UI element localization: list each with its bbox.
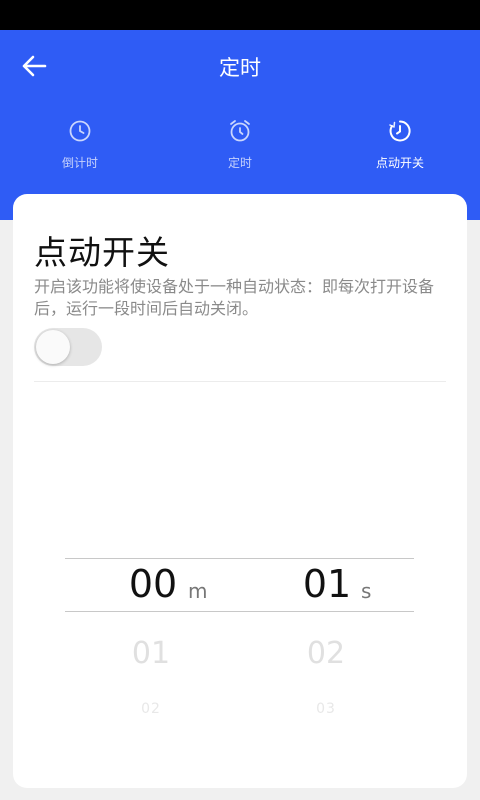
seconds-unit-label: s (361, 579, 372, 603)
minutes-selected-value: 00 (128, 562, 178, 606)
clock-icon (69, 120, 91, 142)
seconds-next-option[interactable]: 02 (291, 636, 361, 671)
seconds-picker[interactable]: 01 (287, 562, 367, 606)
page-title: 定时 (219, 56, 261, 80)
tab-schedule-label: 定时 (227, 156, 252, 170)
picker-bottom-line (65, 611, 414, 612)
alarm-clock-icon (230, 120, 250, 142)
divider (34, 381, 446, 382)
minutes-far-option[interactable]: 02 (131, 698, 171, 717)
minutes-unit-label: m (188, 579, 208, 603)
tab-countdown-label: 倒计时 (61, 156, 98, 170)
jog-switch-card: 点动开关 开启该功能将使设备处于一种自动状态：即每次打开设备后，运行一段时间后自… (13, 194, 467, 788)
card-title: 点动开关 (34, 233, 170, 272)
minutes-picker[interactable]: 00 (113, 562, 193, 606)
tab-jog-switch-label: 点动开关 (375, 156, 424, 170)
tab-countdown[interactable]: 倒计时 (0, 118, 160, 188)
tab-schedule[interactable]: 定时 (160, 118, 320, 188)
minutes-next-value: 01 (131, 636, 171, 671)
tab-jog-switch[interactable]: 点动开关 (320, 118, 480, 188)
tab-bar: 倒计时 定时 点动开关 (0, 118, 480, 188)
minutes-next-option[interactable]: 01 (116, 636, 186, 671)
minutes-far-value: 02 (141, 701, 161, 717)
picker-top-line (65, 558, 414, 559)
app-bar: 定时 倒计时 定时 点动开关 (0, 30, 480, 220)
toggle-knob (36, 330, 70, 364)
status-bar (0, 0, 480, 30)
timer-icon (389, 120, 411, 142)
seconds-far-option[interactable]: 03 (306, 698, 346, 717)
seconds-selected-value: 01 (302, 562, 352, 606)
card-description: 开启该功能将使设备处于一种自动状态：即每次打开设备后，运行一段时间后自动关闭。 (34, 277, 435, 318)
jog-switch-toggle[interactable] (34, 328, 102, 366)
seconds-far-value: 03 (316, 701, 336, 717)
seconds-next-value: 02 (306, 636, 346, 671)
